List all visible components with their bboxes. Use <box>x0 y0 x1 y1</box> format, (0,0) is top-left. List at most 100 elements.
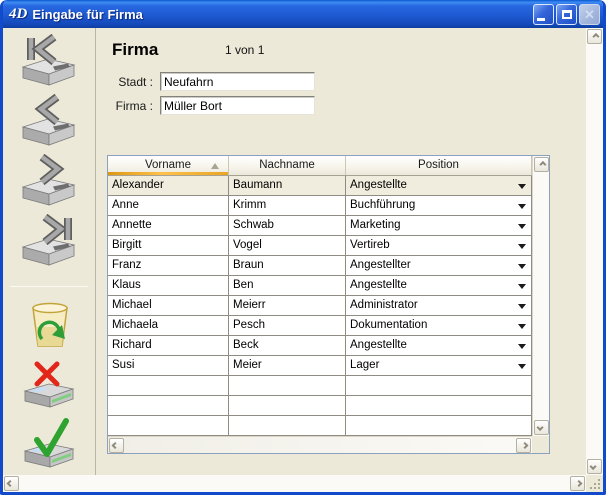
table-horizontal-scrollbar[interactable] <box>108 436 532 453</box>
first-record-icon <box>18 34 80 86</box>
window-scroll-left-button[interactable] <box>4 476 19 491</box>
position-dropdown-icon[interactable] <box>518 364 526 369</box>
table-header: Vorname Nachname Position <box>108 156 532 176</box>
cell-nachname[interactable]: Baumann <box>229 176 346 196</box>
cell-vorname[interactable]: Annette <box>108 216 229 236</box>
table-scroll-left-button[interactable] <box>109 438 124 453</box>
first-record-button[interactable] <box>18 34 80 86</box>
window-scroll-down-button[interactable] <box>587 459 602 474</box>
position-dropdown-icon[interactable] <box>518 244 526 249</box>
window-scroll-up-button[interactable] <box>587 29 602 44</box>
4d-app-icon[interactable]: 4D <box>9 6 27 23</box>
cell-nachname[interactable]: Meierr <box>229 296 346 316</box>
cell-position[interactable]: Marketing <box>346 216 532 236</box>
position-dropdown-icon[interactable] <box>518 324 526 329</box>
table-row[interactable]: Franz Braun Angestellter <box>108 256 532 276</box>
column-header-position[interactable]: Position <box>346 156 532 175</box>
cell-vorname[interactable]: Alexander <box>108 176 229 196</box>
cell-nachname[interactable]: Beck <box>229 336 346 356</box>
window-horizontal-scrollbar[interactable] <box>3 475 586 492</box>
cell-position[interactable]: Buchführung <box>346 196 532 216</box>
table-body: Alexander Baumann Angestellte Anne Krimm… <box>108 176 532 436</box>
cell-position[interactable]: Administrator <box>346 296 532 316</box>
window-vertical-scrollbar[interactable] <box>586 28 603 475</box>
firma-input[interactable] <box>160 96 315 115</box>
window-scroll-right-button[interactable] <box>570 476 585 491</box>
maximize-icon <box>562 10 572 19</box>
resize-grip-dots <box>598 487 600 489</box>
position-text: Angestellte <box>350 279 407 291</box>
table-row[interactable] <box>108 416 532 436</box>
previous-record-button[interactable] <box>18 94 80 146</box>
position-text: Angestellte <box>350 179 407 191</box>
position-text: Buchführung <box>350 199 415 211</box>
position-dropdown-icon[interactable] <box>518 224 526 229</box>
next-record-button[interactable] <box>18 154 80 206</box>
table-row[interactable]: Anne Krimm Buchführung <box>108 196 532 216</box>
table-row[interactable]: Michael Meierr Administrator <box>108 296 532 316</box>
cell-vorname[interactable]: Klaus <box>108 276 229 296</box>
accept-button[interactable] <box>18 417 80 469</box>
window-title: Eingabe für Firma <box>32 7 533 22</box>
resize-grip[interactable] <box>586 475 603 492</box>
position-dropdown-icon[interactable] <box>518 304 526 309</box>
close-button[interactable]: ✕ <box>579 4 600 25</box>
column-header-nachname[interactable]: Nachname <box>229 156 346 175</box>
table-scroll-down-button[interactable] <box>534 420 549 435</box>
table-row[interactable]: Michaela Pesch Dokumentation <box>108 316 532 336</box>
position-dropdown-icon[interactable] <box>518 204 526 209</box>
cell-vorname[interactable]: Anne <box>108 196 229 216</box>
column-header-vorname[interactable]: Vorname <box>108 156 229 175</box>
cell-nachname[interactable]: Vogel <box>229 236 346 256</box>
table-row[interactable] <box>108 376 532 396</box>
cell-nachname[interactable]: Meier <box>229 356 346 376</box>
table-vertical-scrollbar[interactable] <box>532 156 549 436</box>
cell-vorname[interactable]: Birgitt <box>108 236 229 256</box>
cell-vorname[interactable]: Richard <box>108 336 229 356</box>
table-scroll-up-button[interactable] <box>534 157 549 172</box>
cell-vorname[interactable]: Franz <box>108 256 229 276</box>
cell-position[interactable]: Angestellter <box>346 256 532 276</box>
last-record-button[interactable] <box>18 214 80 266</box>
chevron-up-icon <box>592 33 599 40</box>
cell-nachname[interactable]: Ben <box>229 276 346 296</box>
last-record-icon <box>18 214 80 266</box>
table-row[interactable]: Susi Meier Lager <box>108 356 532 376</box>
cell-position[interactable]: Angestellte <box>346 336 532 356</box>
maximize-button[interactable] <box>556 4 577 25</box>
table-row[interactable]: Klaus Ben Angestellte <box>108 276 532 296</box>
app-window: 4D Eingabe für Firma ✕ <box>0 0 606 495</box>
cell-position <box>346 376 532 396</box>
position-dropdown-icon[interactable] <box>518 344 526 349</box>
position-dropdown-icon[interactable] <box>518 184 526 189</box>
cell-position[interactable]: Lager <box>346 356 532 376</box>
minimize-button[interactable] <box>533 4 554 25</box>
cell-position[interactable]: Dokumentation <box>346 316 532 336</box>
table-row[interactable]: Richard Beck Angestellte <box>108 336 532 356</box>
cell-position[interactable]: Vertireb <box>346 236 532 256</box>
delete-record-button[interactable] <box>18 297 80 349</box>
position-text: Vertireb <box>350 239 390 251</box>
close-icon: ✕ <box>584 8 595 21</box>
cell-nachname[interactable]: Pesch <box>229 316 346 336</box>
cell-nachname[interactable]: Schwab <box>229 216 346 236</box>
employee-table: Vorname Nachname Position Alexander Baum… <box>107 155 550 454</box>
table-row[interactable]: Birgitt Vogel Vertireb <box>108 236 532 256</box>
cancel-button[interactable] <box>18 357 80 409</box>
stadt-input[interactable] <box>160 72 315 91</box>
sidebar <box>3 28 96 475</box>
table-row[interactable]: Alexander Baumann Angestellte <box>108 176 532 196</box>
cell-position[interactable]: Angestellte <box>346 276 532 296</box>
table-row[interactable]: Annette Schwab Marketing <box>108 216 532 236</box>
position-dropdown-icon[interactable] <box>518 264 526 269</box>
cell-vorname[interactable]: Susi <box>108 356 229 376</box>
cell-vorname[interactable]: Michael <box>108 296 229 316</box>
table-row[interactable] <box>108 396 532 416</box>
cell-position[interactable]: Angestellte <box>346 176 532 196</box>
cell-vorname[interactable]: Michaela <box>108 316 229 336</box>
position-dropdown-icon[interactable] <box>518 284 526 289</box>
table-scroll-right-button[interactable] <box>516 438 531 453</box>
cell-nachname[interactable]: Braun <box>229 256 346 276</box>
titlebar[interactable]: 4D Eingabe für Firma ✕ <box>0 0 606 28</box>
cell-nachname[interactable]: Krimm <box>229 196 346 216</box>
